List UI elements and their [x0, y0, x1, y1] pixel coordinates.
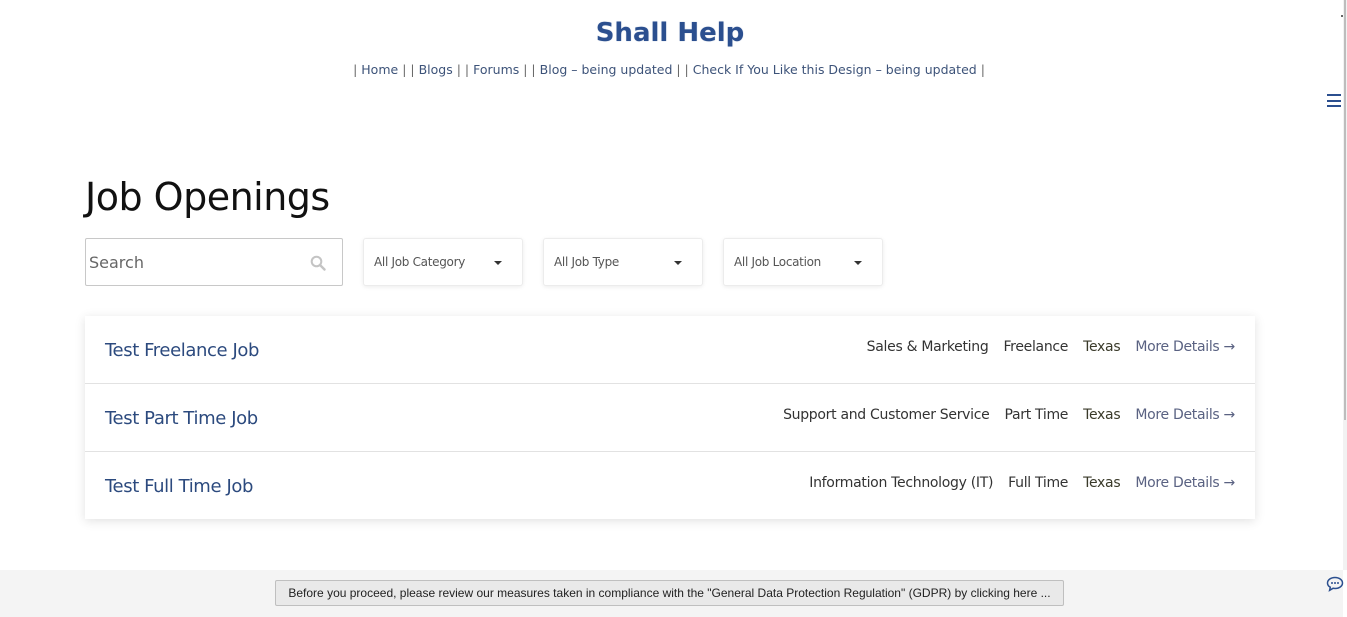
job-title-link[interactable]: Test Freelance Job [105, 340, 259, 361]
job-location: Texas [1083, 474, 1121, 491]
nav-link-home[interactable]: Home [361, 62, 398, 77]
more-details-link[interactable]: More Details → [1135, 407, 1235, 423]
site-title[interactable]: Shall Help [0, 18, 1340, 48]
gdpr-notice-bar: Before you proceed, please review our me… [0, 570, 1343, 617]
menu-bar [1327, 99, 1341, 102]
nav-link-blogs[interactable]: Blogs [419, 62, 453, 77]
search-field[interactable] [85, 238, 343, 286]
job-location-select[interactable]: All Job Location [723, 238, 883, 286]
job-list-item: Test Part Time Job Support and Customer … [85, 384, 1255, 452]
job-type: Freelance [1003, 338, 1069, 355]
nav-separator: | | [402, 62, 415, 77]
hamburger-menu-icon[interactable] [1327, 94, 1341, 107]
page-scrollbar[interactable] [1343, 0, 1347, 570]
chat-bubble-icon[interactable] [1326, 576, 1344, 592]
job-list-item: Test Freelance Job Sales & Marketing Fre… [85, 316, 1255, 384]
nav-separator: | | [523, 62, 536, 77]
nav-link-forums[interactable]: Forums [473, 62, 519, 77]
job-location: Texas [1083, 338, 1121, 355]
job-category: Sales & Marketing [866, 338, 989, 355]
scrollbar-thumb[interactable] [1344, 0, 1346, 420]
more-details-link[interactable]: More Details → [1135, 475, 1235, 491]
job-location: Texas [1083, 406, 1121, 423]
search-input[interactable] [86, 239, 301, 285]
nav-separator: | | [456, 62, 470, 77]
nav-separator: | | [676, 62, 689, 77]
job-list-item: Test Full Time Job Information Technolog… [85, 452, 1255, 519]
job-location-selected: All Job Location [734, 255, 821, 269]
menu-bar [1327, 94, 1341, 96]
job-category: Information Technology (IT) [809, 474, 994, 491]
nav-link-check-design[interactable]: Check If You Like this Design – being up… [693, 62, 977, 77]
job-category-selected: All Job Category [374, 255, 466, 269]
caret-down-icon [494, 261, 502, 265]
job-title-link[interactable]: Test Part Time Job [105, 408, 258, 429]
caret-down-icon [674, 261, 682, 265]
job-meta: Support and Customer Service Part Time T… [783, 407, 1235, 423]
job-list: Test Freelance Job Sales & Marketing Fre… [85, 316, 1255, 519]
more-details-link[interactable]: More Details → [1135, 339, 1235, 355]
job-category: Support and Customer Service [783, 406, 990, 423]
search-icon[interactable] [310, 255, 326, 271]
job-title-link[interactable]: Test Full Time Job [105, 476, 253, 497]
job-type: Part Time [1004, 406, 1069, 423]
job-type-selected: All Job Type [554, 255, 619, 269]
job-meta: Sales & Marketing Freelance Texas More D… [866, 338, 1236, 355]
menu-bar [1327, 105, 1341, 107]
job-meta: Information Technology (IT) Full Time Te… [809, 475, 1235, 491]
nav-separator: | [980, 62, 985, 77]
top-navigation: | Home | | Blogs | | Forums | | Blog – b… [0, 62, 1338, 77]
nav-separator: | [353, 62, 358, 77]
caret-down-icon [854, 261, 862, 265]
nav-link-blog-updated[interactable]: Blog – being updated [540, 62, 673, 77]
page-title: Job Openings [85, 175, 330, 219]
job-type: Full Time [1008, 474, 1069, 491]
job-type-select[interactable]: All Job Type [543, 238, 703, 286]
gdpr-review-button[interactable]: Before you proceed, please review our me… [275, 580, 1064, 606]
job-category-select[interactable]: All Job Category [363, 238, 523, 286]
